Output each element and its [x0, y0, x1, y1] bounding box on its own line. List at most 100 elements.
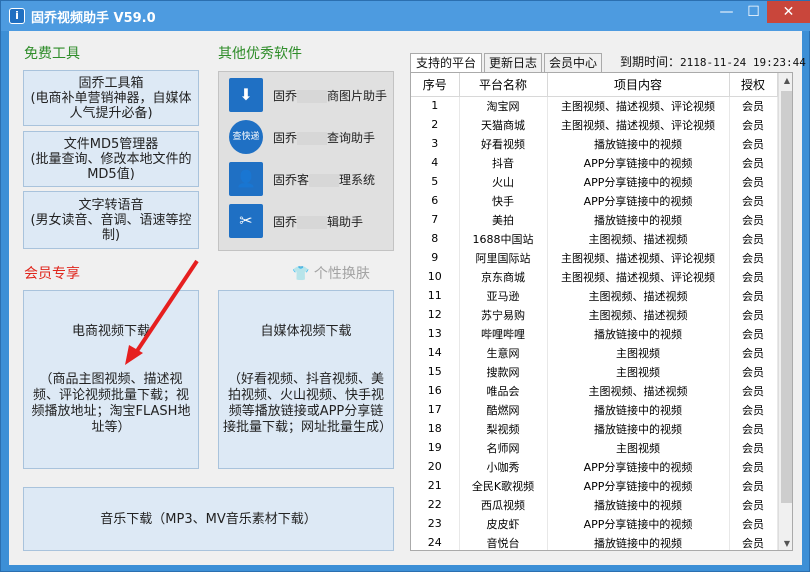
table-cell: 10: [411, 267, 460, 286]
table-cell: 会员: [729, 476, 778, 495]
table-row[interactable]: 12 苏宁易购 主图视频、描述视频 会员: [411, 305, 778, 324]
table-row[interactable]: 1 淘宝网 主图视频、描述视频、评论视频 会员: [411, 96, 778, 115]
table-row[interactable]: 15 搜款网 主图视频 会员: [411, 362, 778, 381]
table-cell: 抖音: [459, 153, 548, 172]
table-row[interactable]: 21 全民K歌视频 APP分享链接中的视频 会员: [411, 476, 778, 495]
table-cell: 播放链接中的视频: [547, 210, 730, 229]
table-row[interactable]: 22 西瓜视频 播放链接中的视频 会员: [411, 495, 778, 514]
app-icon: i: [9, 8, 25, 24]
minimize-button[interactable]: —: [713, 1, 740, 23]
table-cell: APP分享链接中的视频: [547, 514, 730, 533]
tool-box-button[interactable]: 固乔工具箱 (电商补单营销神器，自媒体人气提升必备): [23, 70, 199, 126]
scroll-up-icon[interactable]: ▲: [779, 73, 792, 89]
table-cell: APP分享链接中的视频: [547, 172, 730, 191]
table-row[interactable]: 18 梨视频 播放链接中的视频 会员: [411, 419, 778, 438]
table-row[interactable]: 16 唯品会 主图视频、描述视频 会员: [411, 381, 778, 400]
table-body: 1 淘宝网 主图视频、描述视频、评论视频 会员 2 天猫商城 主图视频、描述视频、评论视频会…: [411, 96, 778, 550]
expire-time: 到期时间：2118-11-24 19:23:44: [620, 53, 806, 70]
table-cell: APP分享链接中的视频: [547, 191, 730, 210]
table-cell: 17: [411, 400, 460, 419]
table-cell: 1: [411, 96, 460, 115]
table-cell: 播放链接中的视频: [547, 400, 730, 419]
table-row[interactable]: 13 哔哩哔哩 播放链接中的视频 会员: [411, 324, 778, 343]
table-cell: 美拍: [459, 210, 548, 229]
table-cell: 会员: [729, 438, 778, 457]
table-cell: 24: [411, 533, 460, 550]
table-cell: 火山: [459, 172, 548, 191]
software-item-edit-helper[interactable]: ✂ 固乔 辑助手: [229, 204, 389, 240]
table-cell: 会员: [729, 153, 778, 172]
table-row[interactable]: 3 好看视频 播放链接中的视频 会员: [411, 134, 778, 153]
table-row[interactable]: 11 亚马逊 主图视频、描述视频 会员: [411, 286, 778, 305]
window-title: 固乔视频助手 V59.0: [31, 11, 156, 26]
table-row[interactable]: 4 抖音 APP分享链接中的视频 会员: [411, 153, 778, 172]
table-cell: 亚马逊: [459, 286, 548, 305]
table-cell: 会员: [729, 362, 778, 381]
md5-manager-button[interactable]: 文件MD5管理器 (批量查询、修改本地文件的MD5值): [23, 131, 199, 187]
software-item-image-helper[interactable]: ⬇ 固乔 商图片助手: [229, 78, 389, 114]
table-row[interactable]: 20 小咖秀 APP分享链接中的视频 会员: [411, 457, 778, 476]
close-button[interactable]: ✕: [767, 1, 810, 23]
table-cell: 主图视频、描述视频: [547, 286, 730, 305]
table-row[interactable]: 5 火山 APP分享链接中的视频 会员: [411, 172, 778, 191]
table-cell: 小咖秀: [459, 457, 548, 476]
table-row[interactable]: 6 快手 APP分享链接中的视频 会员: [411, 191, 778, 210]
table-cell: 会员: [729, 286, 778, 305]
column-header[interactable]: 序号: [411, 73, 460, 97]
table-row[interactable]: 2 天猫商城 主图视频、描述视频、评论视频 会员: [411, 115, 778, 134]
title-bar[interactable]: i 固乔视频助手 V59.0 — ☐ ✕: [1, 1, 810, 31]
table-cell: 淘宝网: [459, 96, 548, 115]
scroll-thumb[interactable]: [781, 91, 792, 503]
download-icon: ⬇: [229, 78, 263, 112]
column-header[interactable]: 授权: [729, 73, 778, 97]
table-cell: 会员: [729, 381, 778, 400]
table-row[interactable]: 7 美拍 播放链接中的视频 会员: [411, 210, 778, 229]
skin-button[interactable]: 👕 个性换肤: [292, 263, 370, 283]
table-row[interactable]: 8 1688中国站 主图视频、描述视频 会员: [411, 229, 778, 248]
table-row[interactable]: 24 音悦台 播放链接中的视频 会员: [411, 533, 778, 550]
software-item-customer-system[interactable]: 👤 固乔客 理系统: [229, 162, 389, 198]
table-cell: 主图视频、描述视频: [547, 305, 730, 324]
tab-member-center[interactable]: 会员中心: [544, 53, 602, 73]
other-software-heading: 其他优秀软件: [218, 46, 302, 62]
table-cell: 会员: [729, 134, 778, 153]
column-header[interactable]: 平台名称: [459, 73, 548, 97]
table-cell: 5: [411, 172, 460, 191]
software-item-query-helper[interactable]: 查快递 固乔 查询助手: [229, 120, 389, 156]
table-cell: 会员: [729, 172, 778, 191]
table-cell: 会员: [729, 324, 778, 343]
software-label-suffix: 商图片助手: [327, 89, 388, 103]
column-header[interactable]: 项目内容: [547, 73, 730, 97]
table-cell: 音悦台: [459, 533, 548, 550]
table-row[interactable]: 9 阿里国际站 主图视频、描述视频、评论视频 会员: [411, 248, 778, 267]
app-window: i 固乔视频助手 V59.0 — ☐ ✕ 免费工具 固乔工具箱 (电商补单营销神…: [0, 0, 810, 572]
text-to-speech-button[interactable]: 文字转语音 (男女读音、音调、语速等控制): [23, 191, 199, 249]
table-row[interactable]: 19 名师网 主图视频 会员: [411, 438, 778, 457]
table-cell: 会员: [729, 191, 778, 210]
table-cell: 12: [411, 305, 460, 324]
platform-table: 序号 平台名称 项目内容 授权 1 淘宝网 主图视频、描述视频、评论视频 会员 2 天猫商…: [410, 72, 793, 551]
table-row[interactable]: 17 酷燃网 播放链接中的视频 会员: [411, 400, 778, 419]
table-cell: 16: [411, 381, 460, 400]
media-video-download-button[interactable]: 自媒体视频下载 （好看视频、抖音视频、美拍视频、火山视频、快手视频等播放链接或A…: [218, 290, 394, 469]
table-cell: APP分享链接中的视频: [547, 476, 730, 495]
music-download-button[interactable]: 音乐下载（MP3、MV音乐素材下载）: [23, 487, 394, 551]
vertical-scrollbar[interactable]: ▲ ▼: [778, 73, 792, 550]
table-row[interactable]: 10 京东商城 主图视频、描述视频、评论视频 会员: [411, 267, 778, 286]
table-row[interactable]: 23 皮皮虾 APP分享链接中的视频 会员: [411, 514, 778, 533]
table-cell: 播放链接中的视频: [547, 324, 730, 343]
table-cell: 播放链接中的视频: [547, 533, 730, 550]
table-cell: 2: [411, 115, 460, 134]
tab-supported-platforms[interactable]: 支持的平台: [410, 53, 482, 74]
table-cell: 8: [411, 229, 460, 248]
table-cell: 6: [411, 191, 460, 210]
scroll-down-icon[interactable]: ▼: [779, 536, 792, 550]
table-row[interactable]: 14 生意网 主图视频 会员: [411, 343, 778, 362]
table-cell: 主图视频: [547, 438, 730, 457]
red-arrow-annotation: [125, 259, 199, 365]
maximize-button[interactable]: ☐: [740, 1, 767, 23]
table-cell: 18: [411, 419, 460, 438]
table-cell: 主图视频、描述视频、评论视频: [547, 248, 730, 267]
tab-update-log[interactable]: 更新日志: [484, 53, 542, 73]
table-cell: 主图视频、描述视频: [547, 229, 730, 248]
